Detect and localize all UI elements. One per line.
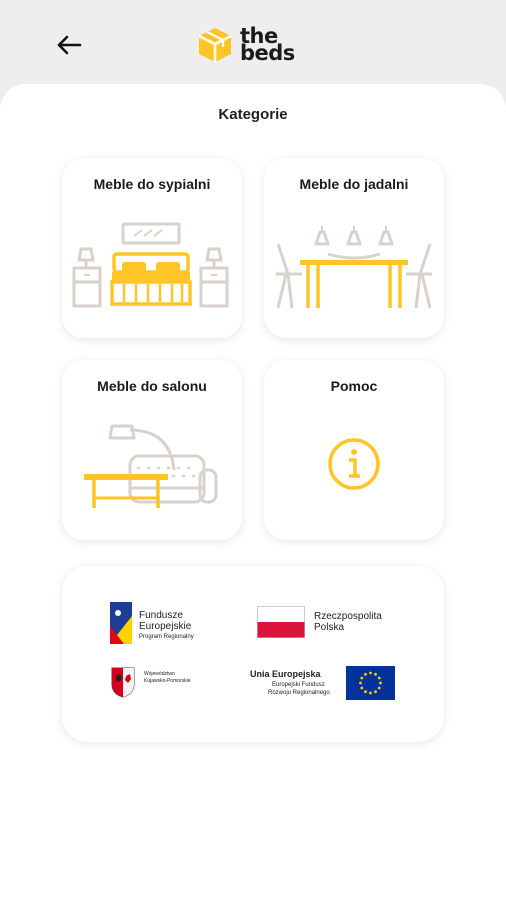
voivodeship-line1: Województwo [144, 671, 175, 677]
back-button[interactable] [52, 28, 86, 62]
category-label: Meble do jadalni [299, 176, 409, 192]
eu-fund-line1: Europejski Fundusz [272, 682, 325, 688]
voivodeship-coat-of-arms-icon [111, 667, 135, 698]
fe-program: Program Regionalny [139, 634, 194, 640]
category-label: Meble do sypialni [93, 176, 211, 192]
box-logo-icon [198, 28, 232, 62]
funding-logos-panel: Fundusze Europejskie Program Regionalny … [62, 566, 444, 742]
voivodeship-line2: Kujawsko-Pomorskie [144, 678, 191, 684]
category-card-help[interactable]: Pomoc [264, 360, 444, 540]
content-sheet: Kategorie Meble do sypialni Meble do jad… [0, 84, 506, 900]
page-title: Kategorie [218, 106, 288, 123]
category-card-bedroom[interactable]: Meble do sypialni [62, 158, 242, 338]
app-header: the beds [0, 0, 506, 86]
polish-flag-icon [257, 606, 305, 638]
category-label: Meble do salonu [97, 378, 207, 394]
fe-name-line2: Europejskie [139, 621, 192, 632]
eu-fund-line2: Rozwoju Regionalnego [268, 690, 330, 696]
fundusze-europejskie-logo [110, 602, 132, 644]
rp-name-line1: Rzeczpospolita [314, 611, 382, 622]
category-card-living-room[interactable]: Meble do salonu [62, 360, 242, 540]
brand-logo: the beds [196, 22, 295, 68]
living-room-furniture-illustration [84, 424, 218, 508]
arrow-left-icon [57, 35, 82, 55]
category-label: Pomoc [330, 378, 378, 394]
brand-name-line2: beds [240, 41, 295, 65]
category-card-dining[interactable]: Meble do jadalni [264, 158, 444, 338]
bedroom-furniture-illustration [72, 222, 229, 308]
rp-name-line2: Polska [314, 622, 345, 633]
fe-name-line1: Fundusze [139, 610, 183, 621]
dining-furniture-illustration [276, 226, 432, 309]
info-icon [328, 438, 380, 490]
eu-name: Unia Europejska [250, 669, 321, 679]
eu-flag-icon [346, 666, 395, 700]
